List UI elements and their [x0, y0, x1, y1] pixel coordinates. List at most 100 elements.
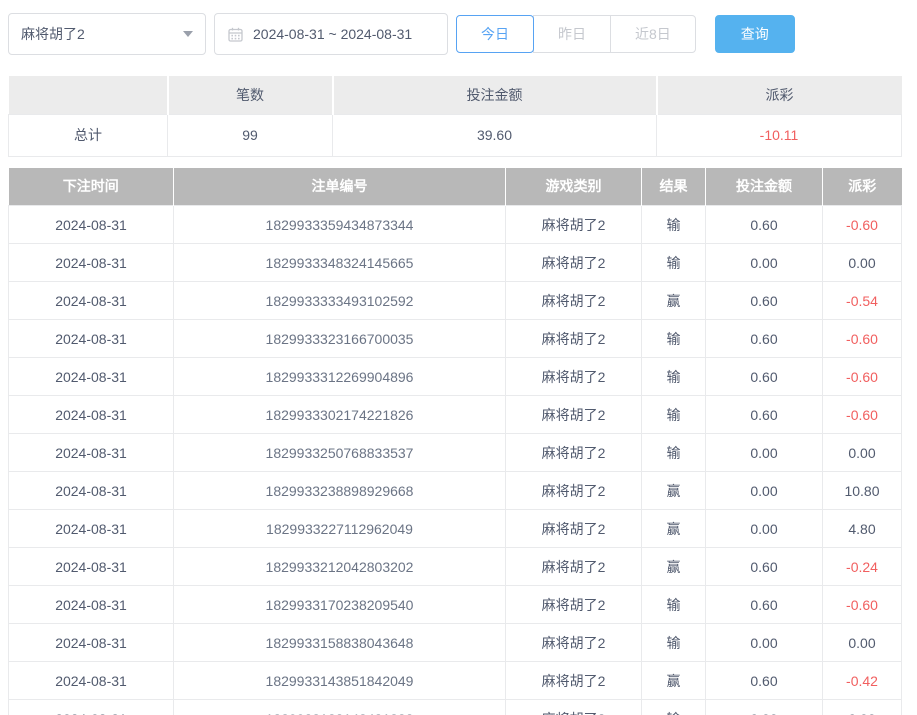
bet-id-cell: 1829933302174221826 [174, 396, 506, 434]
bet-id-cell: 1829933333493102592 [174, 282, 506, 320]
date-range-input[interactable]: 2024-08-31 ~ 2024-08-31 [214, 13, 448, 55]
bet-id-cell: 1829933227112962049 [174, 510, 506, 548]
payout-cell: 0.00 [823, 624, 902, 662]
header-bet-amount: 投注金额 [706, 168, 823, 206]
game-type-cell: 麻将胡了2 [506, 396, 642, 434]
result-cell: 输 [642, 396, 706, 434]
yesterday-button[interactable]: 昨日 [533, 15, 611, 53]
result-cell: 输 [642, 244, 706, 282]
game-type-cell: 麻将胡了2 [506, 510, 642, 548]
bet-id-cell: 1829933158838043648 [174, 624, 506, 662]
bet-amount-cell: 0.00 [706, 472, 823, 510]
summary-header-row: 笔数 投注金额 派彩 [9, 76, 902, 114]
payout-cell: -0.54 [823, 282, 902, 320]
payout-cell: 0.00 [823, 434, 902, 472]
table-row: 2024-08-31 1829933323166700035 麻将胡了2 输 0… [9, 320, 902, 358]
bet-date-cell: 2024-08-31 [9, 586, 174, 624]
bet-amount-cell: 0.60 [706, 548, 823, 586]
result-cell: 输 [642, 624, 706, 662]
game-type-cell: 麻将胡了2 [506, 244, 642, 282]
payout-cell: -0.60 [823, 320, 902, 358]
payout-cell: -0.60 [823, 358, 902, 396]
summary-amount-value: 39.60 [333, 114, 657, 156]
result-cell: 输 [642, 206, 706, 244]
summary-header-payout: 派彩 [657, 76, 902, 114]
bet-amount-cell: 0.60 [706, 396, 823, 434]
payout-cell: 10.80 [823, 472, 902, 510]
game-type-cell: 麻将胡了2 [506, 206, 642, 244]
payout-cell: -0.60 [823, 206, 902, 244]
payout-cell: 0.00 [823, 244, 902, 282]
game-type-cell: 麻将胡了2 [506, 586, 642, 624]
header-bet-time: 下注时间 [9, 168, 174, 206]
bet-table-body: 2024-08-31 1829933359434873344 麻将胡了2 输 0… [9, 206, 902, 715]
bet-date-cell: 2024-08-31 [9, 244, 174, 282]
table-row: 2024-08-31 1829933158838043648 麻将胡了2 输 0… [9, 624, 902, 662]
header-result: 结果 [642, 168, 706, 206]
game-type-cell: 麻将胡了2 [506, 472, 642, 510]
result-cell: 输 [642, 700, 706, 715]
game-type-cell: 麻将胡了2 [506, 662, 642, 700]
table-row: 2024-08-31 1829933212042803202 麻将胡了2 赢 0… [9, 548, 902, 586]
result-cell: 输 [642, 358, 706, 396]
bet-id-cell: 1829933312269904896 [174, 358, 506, 396]
chevron-down-icon [183, 31, 193, 37]
table-row: 2024-08-31 1829933359434873344 麻将胡了2 输 0… [9, 206, 902, 244]
bet-id-cell: 1829933323166700035 [174, 320, 506, 358]
today-button[interactable]: 今日 [456, 15, 534, 53]
summary-header-count: 笔数 [168, 76, 333, 114]
bet-amount-cell: 0.60 [706, 206, 823, 244]
bet-date-cell: 2024-08-31 [9, 662, 174, 700]
bet-date-cell: 2024-08-31 [9, 358, 174, 396]
bet-id-cell: 1829933143851842049 [174, 662, 506, 700]
bet-amount-cell: 0.60 [706, 320, 823, 358]
quick-range-button-group: 今日 昨日 近8日 [456, 15, 696, 53]
payout-cell: -0.60 [823, 586, 902, 624]
bet-date-cell: 2024-08-31 [9, 510, 174, 548]
summary-count-value: 99 [168, 114, 333, 156]
header-bet-id: 注单编号 [174, 168, 506, 206]
summary-header-empty [9, 76, 168, 114]
result-cell: 赢 [642, 548, 706, 586]
summary-header-amount: 投注金额 [333, 76, 657, 114]
game-type-cell: 麻将胡了2 [506, 434, 642, 472]
bet-date-cell: 2024-08-31 [9, 282, 174, 320]
payout-cell: -0.42 [823, 662, 902, 700]
result-cell: 赢 [642, 510, 706, 548]
game-select[interactable]: 麻将胡了2 [8, 13, 206, 55]
calendar-icon [228, 27, 243, 42]
query-button[interactable]: 查询 [715, 15, 795, 53]
result-cell: 赢 [642, 662, 706, 700]
bet-amount-cell: 0.00 [706, 244, 823, 282]
bet-id-cell: 1829933348324145665 [174, 244, 506, 282]
bet-amount-cell: 0.00 [706, 510, 823, 548]
bet-date-cell: 2024-08-31 [9, 624, 174, 662]
payout-cell: -0.60 [823, 396, 902, 434]
result-cell: 输 [642, 434, 706, 472]
table-row: 2024-08-31 1829933333493102592 麻将胡了2 赢 0… [9, 282, 902, 320]
bet-records-table: 下注时间 注单编号 游戏类别 结果 投注金额 派彩 2024-08-31 182… [8, 168, 902, 715]
bet-amount-cell: 0.60 [706, 586, 823, 624]
table-row: 2024-08-31 1829933302174221826 麻将胡了2 输 0… [9, 396, 902, 434]
table-row: 2024-08-31 1829933143851842049 麻将胡了2 赢 0… [9, 662, 902, 700]
header-payout: 派彩 [823, 168, 902, 206]
result-cell: 输 [642, 586, 706, 624]
result-cell: 输 [642, 320, 706, 358]
toolbar: 麻将胡了2 2024-08-31 ~ 2024-08-31 [8, 0, 909, 55]
summary-total-label: 总计 [9, 114, 168, 156]
result-cell: 赢 [642, 472, 706, 510]
game-type-cell: 麻将胡了2 [506, 548, 642, 586]
table-row: 2024-08-31 1829933250768833537 麻将胡了2 输 0… [9, 434, 902, 472]
game-type-cell: 麻将胡了2 [506, 358, 642, 396]
summary-total-row: 总计 99 39.60 -10.11 [9, 114, 902, 156]
bet-date-cell: 2024-08-31 [9, 320, 174, 358]
game-type-cell: 麻将胡了2 [506, 282, 642, 320]
game-select-value: 麻将胡了2 [21, 24, 85, 44]
bet-id-cell: 1829933238898929668 [174, 472, 506, 510]
bet-table-header-row: 下注时间 注单编号 游戏类别 结果 投注金额 派彩 [9, 168, 902, 206]
last-8-days-button[interactable]: 近8日 [610, 15, 696, 53]
game-type-cell: 麻将胡了2 [506, 320, 642, 358]
bet-id-cell: 1829933128143481832 [174, 700, 506, 715]
bet-date-cell: 2024-08-31 [9, 434, 174, 472]
bet-amount-cell: 0.00 [706, 434, 823, 472]
